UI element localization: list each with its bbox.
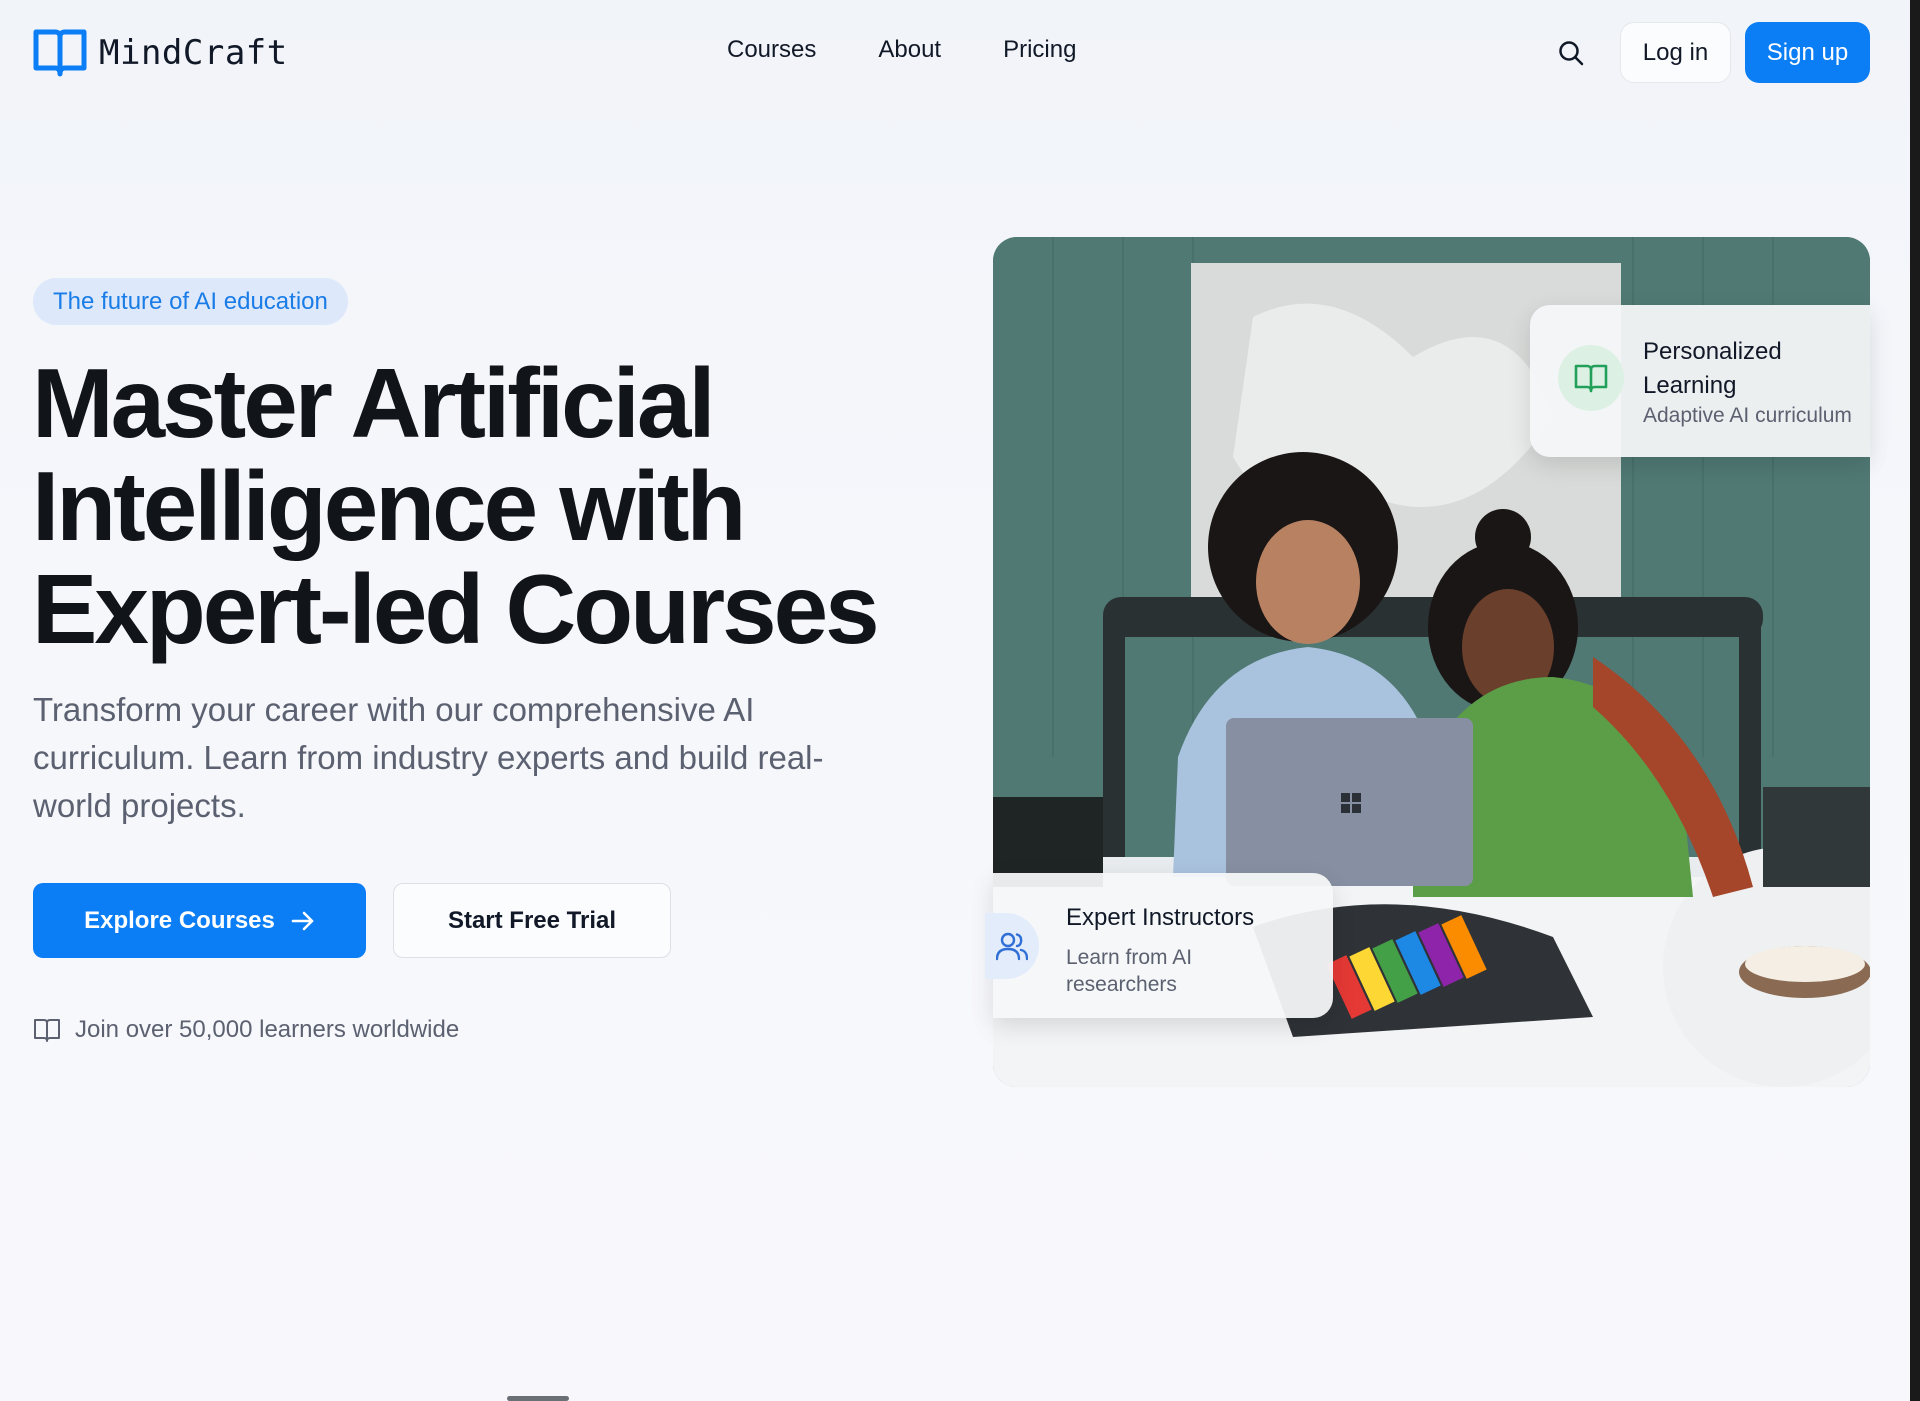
explore-courses-button[interactable]: Explore Courses (33, 883, 366, 958)
nav-pricing[interactable]: Pricing (1003, 36, 1076, 64)
expert-title: Expert Instructors (1066, 904, 1255, 931)
personalized-subtitle: Adaptive AI curriculum (1643, 404, 1852, 427)
arrow-right-icon (291, 911, 314, 930)
expert-subtitle: Learn from AI researchers (1066, 946, 1193, 996)
search-button[interactable] (1554, 36, 1588, 70)
window-edge (1910, 0, 1920, 1401)
search-icon (1559, 41, 1584, 66)
hero-subtext: Transform your career with our comprehen… (33, 691, 824, 824)
personalized-icon-badge (1558, 345, 1624, 411)
users-icon (996, 932, 1028, 961)
logo[interactable]: MindCraft (33, 28, 288, 78)
hero-badge: The future of AI education (33, 278, 348, 325)
personalized-title: Personalized Learning (1643, 338, 1782, 399)
hero-headline: Master Artificial Intelligence with Expe… (32, 348, 880, 664)
book-open-icon (34, 1019, 60, 1042)
login-button[interactable]: Log in (1620, 22, 1731, 83)
nav-courses[interactable]: Courses (727, 36, 816, 64)
expert-instructors-card: Expert Instructors Learn from AI researc… (985, 873, 1333, 1018)
brand-name: MindCraft (99, 33, 288, 73)
learners-note: Join over 50,000 learners worldwide (33, 1016, 459, 1044)
explore-courses-label: Explore Courses (84, 906, 275, 934)
scroll-indicator (507, 1396, 569, 1401)
start-free-trial-button[interactable]: Start Free Trial (393, 883, 671, 958)
book-logo-icon (33, 29, 87, 77)
main-nav: Courses About Pricing (727, 36, 1076, 64)
signup-button[interactable]: Sign up (1745, 22, 1870, 83)
book-open-icon (1574, 364, 1608, 393)
learners-count-text: Join over 50,000 learners worldwide (75, 1016, 460, 1043)
personalized-learning-card: Personalized Learning Adaptive AI curric… (1530, 305, 1870, 457)
nav-about[interactable]: About (878, 36, 941, 64)
expert-icon-badge (985, 913, 1039, 979)
site-header: MindCraft Courses About Pricing Log in S… (0, 0, 1910, 106)
